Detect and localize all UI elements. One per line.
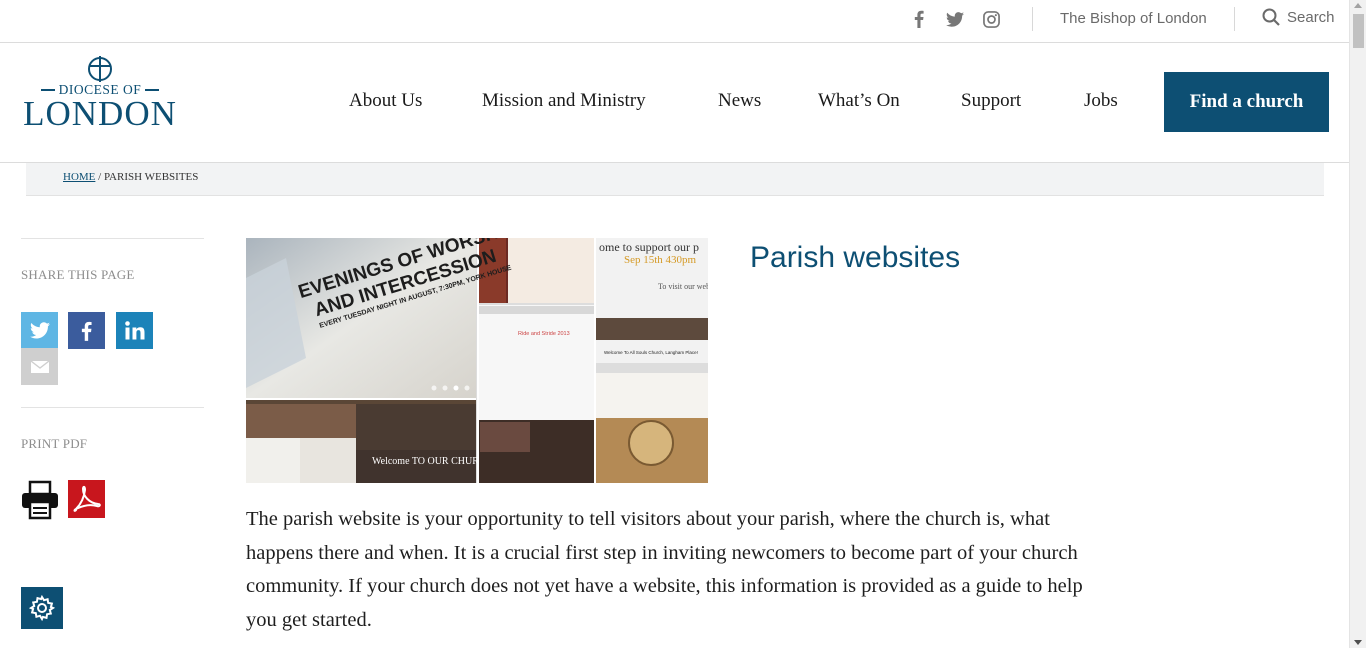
- search-button[interactable]: Search: [1262, 8, 1335, 26]
- pdf-button[interactable]: [68, 480, 105, 518]
- cross-emblem-icon: [88, 56, 112, 82]
- scroll-down-icon[interactable]: [1354, 640, 1362, 645]
- share-email-button[interactable]: [21, 348, 58, 385]
- bishop-of-london-link[interactable]: The Bishop of London: [1060, 10, 1207, 27]
- twitter-icon[interactable]: [944, 8, 966, 30]
- share-this-page-label: SHARE THIS PAGE: [21, 267, 135, 282]
- sidebar-divider: [21, 407, 204, 408]
- share-twitter-button[interactable]: [21, 312, 58, 349]
- page-title: Parish websites: [750, 241, 961, 274]
- hero-snippet-welcome-bottom: Welcome TO OUR CHUR: [372, 456, 479, 467]
- share-facebook-button[interactable]: [68, 312, 105, 349]
- hero-snippet-support: ome to support our p: [599, 240, 699, 254]
- nav-item-whats-on[interactable]: What’s On: [818, 90, 900, 112]
- search-icon: [1262, 8, 1280, 26]
- pdf-icon: [73, 485, 101, 512]
- nav-item-about-us[interactable]: About Us: [349, 90, 422, 112]
- logo-line2: LONDON: [23, 94, 177, 133]
- hero-snippet-ride: Ride and Stride 2013: [518, 331, 570, 337]
- breadcrumb: HOME / PARISH WEBSITES: [63, 171, 198, 183]
- site-header: DIOCESE OF LONDON About Us Mission and M…: [0, 43, 1349, 163]
- linkedin-icon: [124, 321, 144, 340]
- accessibility-settings-button[interactable]: [21, 587, 63, 629]
- divider: [1032, 7, 1033, 31]
- facebook-icon[interactable]: [908, 8, 930, 30]
- gear-icon: [29, 595, 55, 621]
- vertical-scrollbar[interactable]: [1349, 0, 1366, 648]
- hero-snippet-date: Sep 15th 430pm: [624, 254, 697, 266]
- nav-item-jobs[interactable]: Jobs: [1084, 90, 1118, 112]
- scrollbar-thumb[interactable]: [1353, 14, 1364, 48]
- share-linkedin-button[interactable]: [116, 312, 153, 349]
- utility-bar: The Bishop of London Search: [0, 0, 1349, 43]
- intro-paragraph: The parish website is your opportunity t…: [246, 508, 1083, 632]
- nav-item-news[interactable]: News: [718, 90, 761, 112]
- hero-snippet-welcome-center: Welcome To All Souls Church, Langham Pla…: [604, 350, 698, 355]
- social-links: [908, 8, 1002, 30]
- divider: [1234, 7, 1235, 31]
- sidebar-divider: [21, 238, 204, 239]
- breadcrumb-bar: HOME / PARISH WEBSITES: [26, 163, 1324, 196]
- breadcrumb-separator: /: [95, 171, 104, 183]
- find-a-church-button[interactable]: Find a church: [1164, 72, 1329, 132]
- breadcrumb-current: PARISH WEBSITES: [103, 171, 199, 183]
- print-button[interactable]: [20, 480, 60, 520]
- instagram-icon[interactable]: [980, 8, 1002, 30]
- facebook-icon: [81, 321, 92, 341]
- hero-snippet-visit: To visit our web: [658, 282, 708, 291]
- printer-icon: [22, 480, 58, 520]
- nav-item-mission-and-ministry[interactable]: Mission and Ministry: [482, 90, 646, 112]
- twitter-icon: [29, 322, 50, 339]
- scroll-up-icon[interactable]: [1354, 3, 1362, 8]
- breadcrumb-home-link[interactable]: HOME: [63, 171, 95, 183]
- hero-image: EVENINGS OF WORSHIP AND INTERCESSION EVE…: [246, 238, 708, 483]
- search-label: Search: [1287, 8, 1335, 26]
- email-icon: [30, 360, 49, 373]
- nav-item-support[interactable]: Support: [961, 90, 1021, 112]
- print-pdf-label: PRINT PDF: [21, 436, 88, 451]
- diocese-logo[interactable]: DIOCESE OF LONDON: [20, 55, 180, 133]
